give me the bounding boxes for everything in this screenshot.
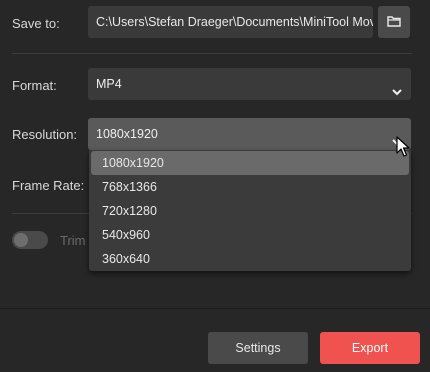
folder-icon [387,15,401,30]
toggle-knob [14,233,28,247]
settings-button[interactable]: Settings [208,332,308,364]
footer-divider [0,308,430,309]
resolution-label: Resolution: [12,127,78,142]
mouse-cursor-icon [396,136,410,161]
trim-toggle[interactable] [12,231,48,249]
format-value: MP4 [96,77,122,91]
chevron-down-icon [391,78,403,96]
format-label: Format: [12,78,57,93]
resolution-value: 1080x1920 [96,127,158,141]
trim-label: Trim [60,233,86,248]
frame-rate-label: Frame Rate: [12,178,85,193]
divider [12,53,412,54]
resolution-dropdown: 1080x1920 768x1366 720x1280 540x960 360x… [89,150,411,271]
format-select[interactable]: MP4 [88,68,411,100]
resolution-select[interactable]: 1080x1920 [88,118,411,150]
resolution-option[interactable]: 540x960 [89,223,411,247]
save-path-field[interactable]: C:\Users\Stefan Draeger\Documents\MiniTo… [88,6,373,38]
export-button[interactable]: Export [320,332,420,364]
browse-folder-button[interactable] [378,6,410,38]
resolution-option[interactable]: 1080x1920 [91,151,409,175]
save-to-label: Save to: [12,16,60,31]
resolution-option[interactable]: 720x1280 [89,199,411,223]
export-dialog: Save to: C:\Users\Stefan Draeger\Documen… [0,0,430,372]
resolution-option[interactable]: 768x1366 [89,175,411,199]
resolution-option[interactable]: 360x640 [89,247,411,271]
